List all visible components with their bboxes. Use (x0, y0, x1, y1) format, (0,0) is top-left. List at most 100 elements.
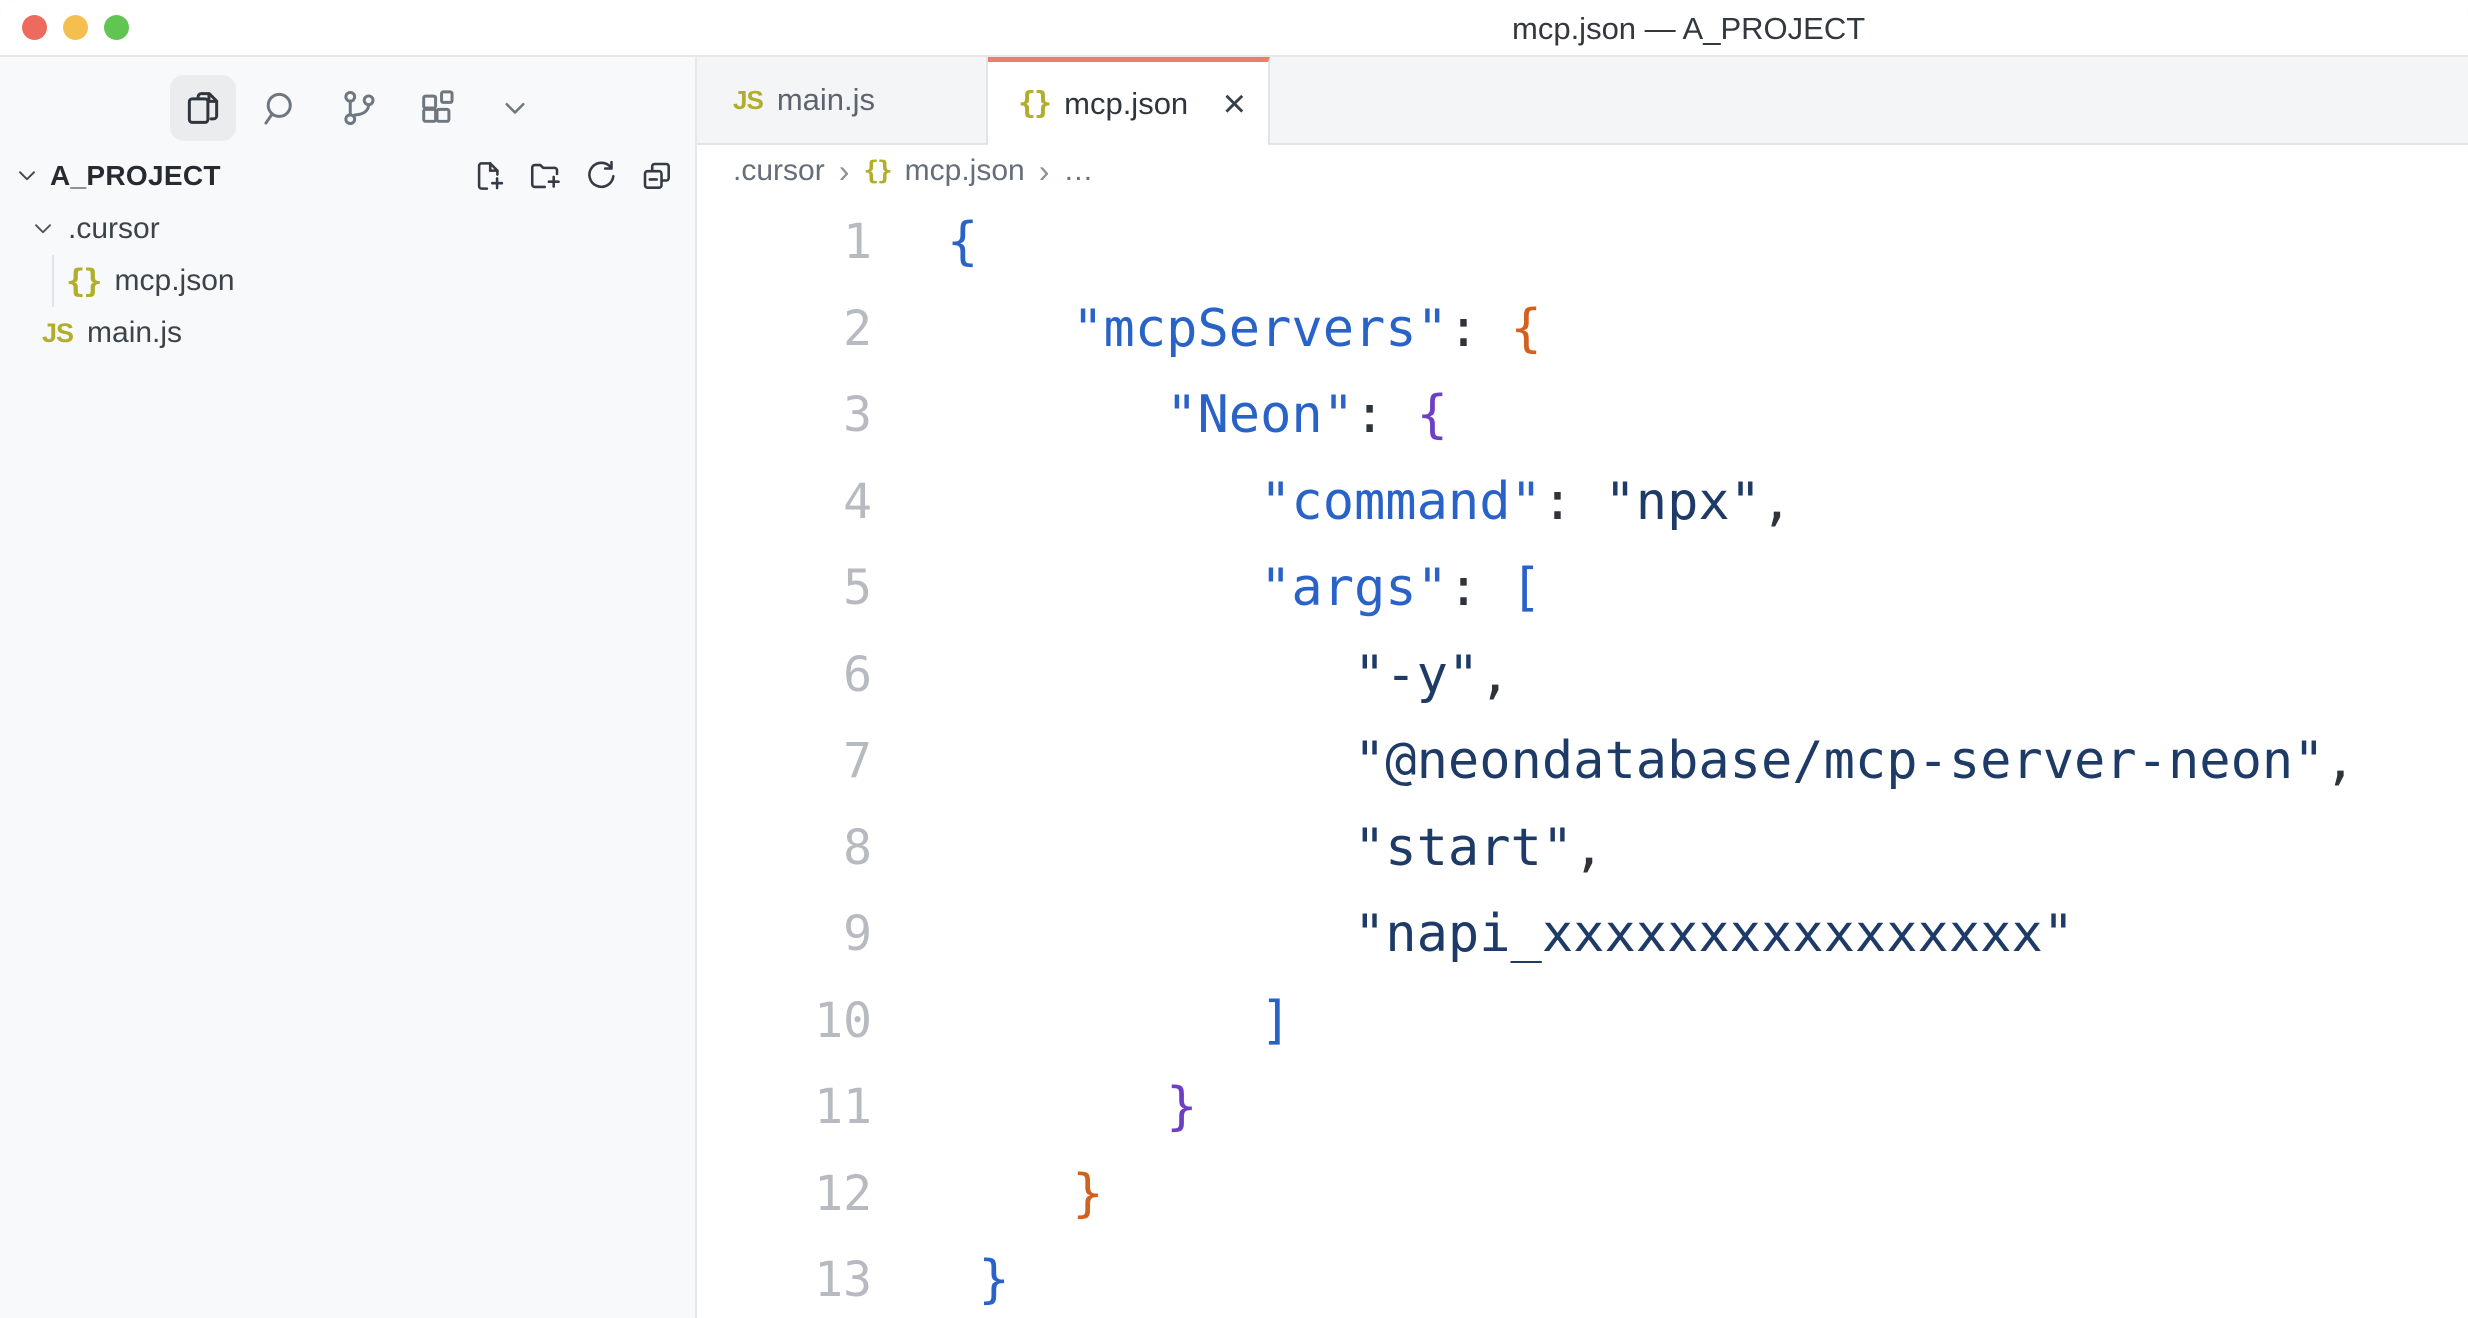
code-token: [ (1511, 558, 1542, 618)
more-views-button[interactable] (482, 75, 548, 141)
chevron-right-icon: › (1039, 153, 1050, 190)
tab-main-js[interactable]: JS main.js (697, 57, 988, 143)
code-token: : (1448, 299, 1511, 359)
code-token: , (1761, 472, 1792, 532)
json-file-icon: {} (66, 262, 101, 300)
code-line[interactable]: 8 "start", (697, 805, 2468, 892)
line-content: "mcpServers": { (947, 286, 1542, 373)
line-number[interactable]: 11 (697, 1064, 872, 1151)
breadcrumb-ellipsis[interactable]: … (1063, 154, 1093, 188)
code-token: "command" (1260, 472, 1542, 532)
chevron-right-icon: › (839, 153, 850, 190)
close-window-button[interactable] (22, 15, 47, 40)
line-content: "@neondatabase/mcp-server-neon", (947, 718, 2356, 805)
file-name: mcp.json (115, 264, 235, 298)
extensions-squares-icon (416, 87, 458, 129)
explorer-icon[interactable] (170, 75, 236, 141)
code-line[interactable]: 9 "napi_xxxxxxxxxxxxxxxx" (697, 891, 2468, 978)
line-content: } (947, 1237, 1010, 1318)
code-token: , (1573, 818, 1604, 878)
json-file-icon: {} (863, 156, 890, 186)
refresh-button[interactable] (583, 158, 619, 194)
folder-name: .cursor (68, 212, 160, 246)
line-number[interactable]: 2 (697, 286, 872, 373)
close-tab-icon[interactable]: × (1223, 84, 1268, 124)
js-file-icon: JS (42, 318, 73, 349)
code-line[interactable]: 2 "mcpServers": { (697, 286, 2468, 373)
collapse-folders-button[interactable] (639, 158, 675, 194)
new-file-button[interactable] (471, 158, 507, 194)
code-token: ] (1260, 991, 1291, 1051)
line-number[interactable]: 10 (697, 978, 872, 1065)
tab-mcp-json[interactable]: {} mcp.json × (988, 57, 1270, 145)
code-line[interactable]: 7 "@neondatabase/mcp-server-neon", (697, 718, 2468, 805)
code-token: "mcpServers" (1072, 299, 1448, 359)
code-token: { (947, 212, 978, 272)
chevron-down-icon (497, 90, 533, 126)
line-number[interactable]: 4 (697, 459, 872, 546)
code-line[interactable]: 13 } (697, 1237, 2468, 1318)
app-window: mcp.json — A_PROJECT (0, 0, 2468, 1318)
line-number[interactable]: 5 (697, 545, 872, 632)
source-control-icon[interactable] (326, 75, 392, 141)
tab-label: mcp.json (1064, 86, 1188, 122)
explorer-actions (471, 158, 675, 194)
line-number[interactable]: 8 (697, 805, 872, 892)
line-number[interactable]: 7 (697, 718, 872, 805)
minimize-window-button[interactable] (63, 15, 88, 40)
tree-item-cursor-folder[interactable]: .cursor (0, 203, 695, 255)
code-line[interactable]: 6 "-y", (697, 632, 2468, 719)
code-token: "start" (1354, 818, 1573, 878)
code-line[interactable]: 1{ (697, 199, 2468, 286)
line-number[interactable]: 12 (697, 1151, 872, 1238)
extensions-icon[interactable] (404, 75, 470, 141)
editor-area: JS main.js {} mcp.json × .cursor › {} mc… (697, 57, 2468, 1318)
line-number[interactable]: 13 (697, 1237, 872, 1318)
zoom-window-button[interactable] (104, 15, 129, 40)
code-token: , (2325, 731, 2356, 791)
code-token: "Neon" (1166, 385, 1354, 445)
tree-item-main-js[interactable]: JS main.js (0, 307, 695, 359)
code-line[interactable]: 11 } (697, 1064, 2468, 1151)
line-number[interactable]: 6 (697, 632, 872, 719)
tab-label: main.js (777, 82, 875, 118)
code-token: : (1542, 472, 1605, 532)
breadcrumb-item-cursor[interactable]: .cursor (733, 154, 825, 188)
code-line[interactable]: 3 "Neon": { (697, 372, 2468, 459)
js-file-icon: JS (733, 85, 763, 116)
code-line[interactable]: 12 } (697, 1151, 2468, 1238)
activity-bar (0, 57, 695, 143)
indent-guide (52, 255, 54, 307)
code-line[interactable]: 10 ] (697, 978, 2468, 1065)
line-number[interactable]: 1 (697, 199, 872, 286)
line-content: "args": [ (947, 545, 1542, 632)
code-token: "-y" (1354, 645, 1479, 705)
files-copy-icon (182, 87, 224, 129)
line-content: } (947, 1151, 1104, 1238)
new-folder-icon (527, 158, 563, 194)
search-icon[interactable] (248, 75, 314, 141)
explorer-section-header[interactable]: A_PROJECT (0, 151, 695, 201)
code-token: : (1448, 558, 1511, 618)
code-token: { (1511, 299, 1542, 359)
json-file-icon: {} (1018, 86, 1050, 121)
magnifier-icon (260, 87, 302, 129)
tree-item-mcp-json[interactable]: {} mcp.json (0, 255, 695, 307)
main-layout: A_PROJECT (0, 57, 2468, 1318)
titlebar: mcp.json — A_PROJECT (0, 0, 2468, 57)
breadcrumb-item-mcp-json[interactable]: mcp.json (905, 154, 1025, 188)
code-lines[interactable]: 1{2 "mcpServers": {3 "Neon": {4 "command… (697, 197, 2468, 1318)
line-content: { (947, 199, 978, 286)
sidebar: A_PROJECT (0, 57, 697, 1318)
line-content: "command": "npx", (947, 459, 1792, 546)
code-token: "npx" (1604, 472, 1761, 532)
line-content: "start", (947, 805, 1604, 892)
line-number[interactable]: 3 (697, 372, 872, 459)
line-number[interactable]: 9 (697, 891, 872, 978)
line-content: "napi_xxxxxxxxxxxxxxxx" (947, 891, 2074, 978)
code-line[interactable]: 5 "args": [ (697, 545, 2468, 632)
code-line[interactable]: 4 "command": "npx", (697, 459, 2468, 546)
chevron-down-icon (14, 163, 40, 189)
collapse-all-icon (639, 158, 675, 194)
new-folder-button[interactable] (527, 158, 563, 194)
